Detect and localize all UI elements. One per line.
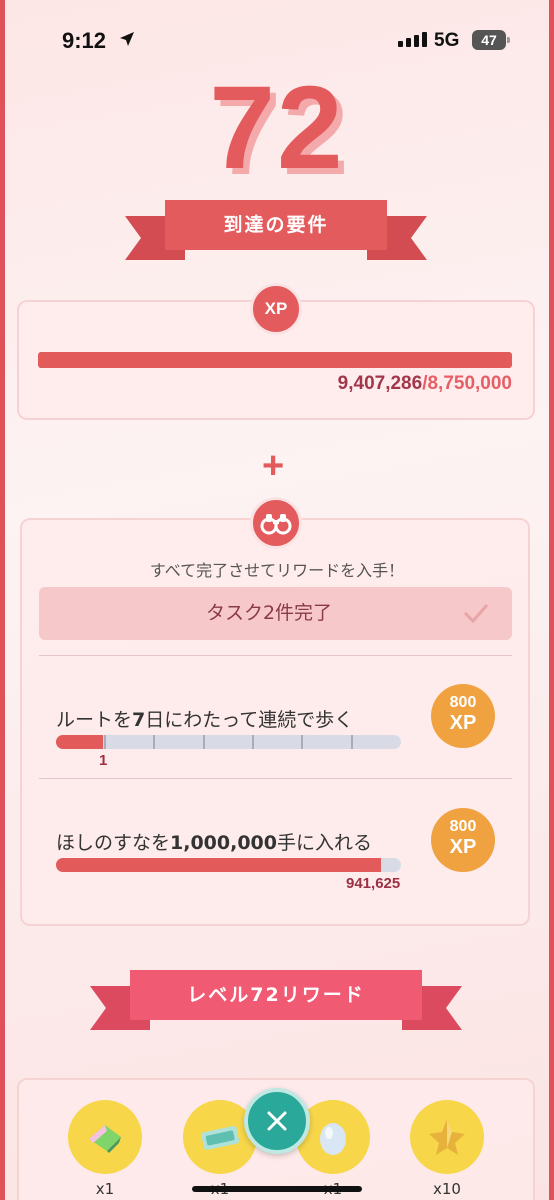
status-time: 9:12: [62, 28, 107, 53]
tasks-completed-banner[interactable]: タスク2件完了: [39, 587, 512, 640]
close-icon: [267, 1111, 287, 1131]
task-reward-badge: 800 XP: [431, 808, 495, 872]
divider: [39, 655, 512, 656]
task-label: ほしのすなを1,000,000手に入れる: [56, 832, 373, 854]
tasks-subtitle: すべて完了させてリワードを入手！: [149, 561, 405, 580]
home-indicator[interactable]: [192, 1186, 362, 1192]
signal-icon: [398, 32, 427, 47]
level-number: 72: [209, 62, 345, 194]
rare-candy-xl-icon[interactable]: [68, 1100, 142, 1174]
network-label: 5G: [434, 30, 460, 51]
rewards-title: レベル72リワード: [130, 970, 422, 1020]
requirements-ribbon: 到達の要件: [125, 200, 427, 260]
xp-current: 9,407,286: [337, 373, 423, 394]
divider: [39, 778, 512, 779]
battery-icon: 47: [472, 30, 510, 50]
rewards-ribbon: レベル72リワード: [90, 970, 462, 1030]
reward-count: x10: [433, 1180, 461, 1198]
task-reward-badge: 800 XP: [431, 684, 495, 748]
location-arrow-icon: [118, 30, 136, 52]
xp-goal: 8,750,000: [427, 373, 512, 394]
task-label: ルートを7日にわたって連続で歩く: [56, 709, 354, 731]
tasks-completed-label: タスク2件完了: [205, 602, 333, 624]
check-icon: [463, 604, 489, 624]
star-piece-icon[interactable]: [410, 1100, 484, 1174]
task-progress-fill: [56, 735, 103, 749]
xp-progress-bar: [38, 352, 512, 368]
task-progress-value: 1: [99, 752, 108, 769]
xp-progress-text: 9,407,286/8,750,000: [338, 373, 512, 395]
binoculars-icon: [250, 497, 302, 549]
xp-badge: XP: [250, 283, 302, 335]
task-progress-bar: [56, 735, 401, 749]
task-progress-fill: [56, 858, 381, 872]
task-progress-value: 941,625: [346, 875, 401, 892]
plus-sign: +: [262, 445, 285, 487]
requirements-title: 到達の要件: [165, 200, 387, 250]
close-button[interactable]: [244, 1088, 310, 1154]
task-progress-bar: [56, 858, 401, 872]
reward-count: x1: [95, 1180, 115, 1198]
